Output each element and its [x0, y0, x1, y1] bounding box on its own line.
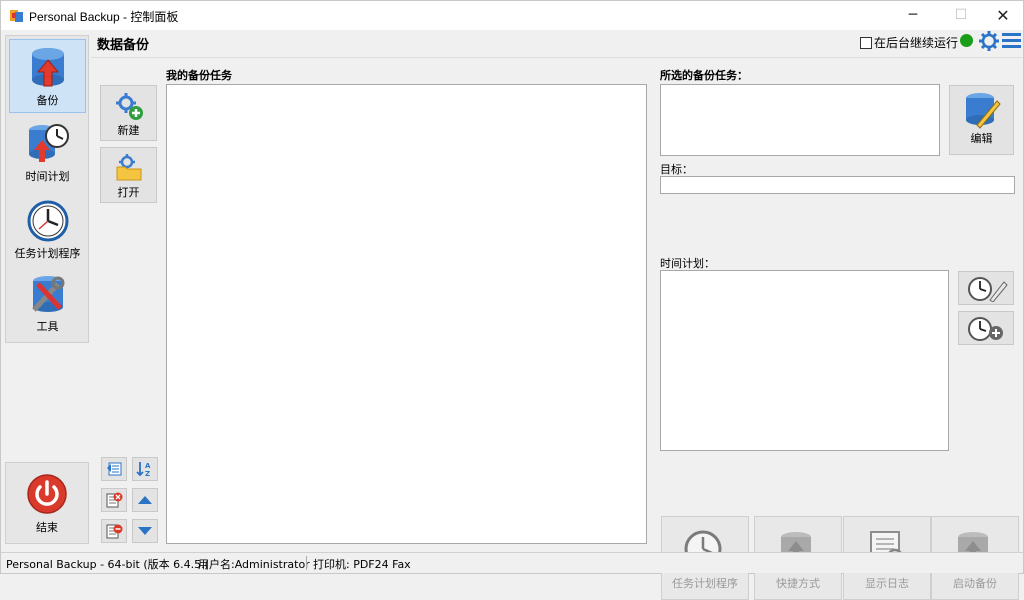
- target-field: [660, 176, 1015, 194]
- main-content: 新建 打开 我的备份任务 A Z 所选的备份任务： 编辑 目标： 时间计划： 任…: [91, 57, 1023, 600]
- move-up-button[interactable]: [132, 488, 158, 512]
- target-label: 目标：: [660, 163, 693, 176]
- move-down-button[interactable]: [132, 519, 158, 543]
- folder-gear-icon: [116, 154, 141, 181]
- schedule-label: 时间计划：: [660, 257, 715, 270]
- database-edit-icon: [965, 93, 1001, 129]
- sort-az-icon: A Z: [136, 462, 151, 477]
- open-task-label: 打开: [117, 186, 140, 199]
- database-upload-icon: [31, 48, 64, 87]
- task-list[interactable]: [166, 84, 647, 544]
- nav-item-backup[interactable]: 备份: [9, 39, 86, 113]
- database-clock-icon: [28, 124, 69, 162]
- nav-item-label: 时间计划: [25, 170, 70, 183]
- list-remove-icon: [106, 524, 123, 539]
- exit-button[interactable]: 结束: [5, 462, 89, 544]
- page-title: 数据备份: [97, 38, 150, 53]
- delete-task-button[interactable]: [101, 488, 127, 512]
- bottom-button-label: 显示日志: [865, 577, 909, 590]
- sidebar-nav: 备份 时间计划 任务计划程序 工具: [5, 35, 89, 343]
- bottom-button-label: 启动备份: [953, 577, 997, 590]
- nav-item-label: 工具: [36, 320, 59, 333]
- arrow-up-icon: [138, 496, 152, 504]
- clock-add-icon: [968, 317, 1003, 341]
- open-task-button[interactable]: 打开: [100, 147, 157, 203]
- title-bar: Personal Backup - 控制面板 ─ ☐ ✕: [1, 1, 1023, 30]
- window-title: Personal Backup - 控制面板: [29, 10, 179, 24]
- nav-item-task-scheduler[interactable]: 任务计划程序: [9, 193, 86, 267]
- new-task-label: 新建: [117, 124, 140, 137]
- new-task-button[interactable]: 新建: [100, 85, 157, 141]
- status-separator: [306, 556, 307, 570]
- status-app-info: Personal Backup - 64-bit (版本 6.4.5.(: [6, 558, 209, 571]
- selected-task-title: 所选的备份任务：: [660, 69, 748, 82]
- app-window: Personal Backup - 控制面板 ─ ☐ ✕ 备份 时间计划 任务计…: [0, 0, 1024, 600]
- nav-item-label: 任务计划程序: [14, 247, 81, 260]
- gear-icon[interactable]: [978, 30, 1000, 52]
- hamburger-menu-icon[interactable]: [1002, 33, 1021, 51]
- status-indicator: [960, 34, 973, 47]
- clock-edit-icon: [968, 277, 1008, 302]
- status-user: 用户名:Administrator: [198, 558, 310, 571]
- selected-task-box: [660, 84, 940, 156]
- clock-icon: [27, 200, 68, 242]
- reload-list-button[interactable]: [101, 457, 127, 481]
- run-in-background-label: 在后台继续运行: [874, 36, 959, 50]
- nav-item-tools[interactable]: 工具: [9, 268, 86, 342]
- refresh-list-icon: [107, 462, 122, 476]
- list-delete-icon: [106, 492, 123, 508]
- remove-task-button[interactable]: [101, 519, 127, 543]
- arrow-down-icon: [138, 527, 152, 535]
- tools-icon: [31, 276, 64, 312]
- edit-task-button[interactable]: 编辑: [949, 85, 1014, 155]
- checkbox-box[interactable]: [860, 36, 872, 49]
- minimize-button[interactable]: ─: [891, 1, 935, 30]
- exit-label: 结束: [36, 521, 58, 534]
- status-bar: Personal Backup - 64-bit (版本 6.4.5.( 用户名…: [1, 552, 1023, 573]
- power-icon: [27, 474, 67, 514]
- edit-label: 编辑: [970, 132, 993, 145]
- maximize-button[interactable]: ☐: [939, 1, 983, 30]
- app-logo-icon: [10, 10, 23, 22]
- svg-text:A: A: [145, 462, 151, 470]
- sort-button[interactable]: A Z: [132, 457, 158, 481]
- status-printer: 打印机: PDF24 Fax: [313, 558, 411, 571]
- nav-item-label: 备份: [36, 94, 59, 107]
- svg-text:Z: Z: [145, 470, 150, 477]
- schedule-list[interactable]: [660, 270, 949, 451]
- nav-item-schedule[interactable]: 时间计划: [9, 116, 86, 190]
- gear-add-icon: [115, 93, 143, 120]
- task-list-title: 我的备份任务: [166, 69, 232, 82]
- edit-schedule-button[interactable]: [958, 271, 1014, 305]
- bottom-button-label: 快捷方式: [776, 577, 820, 590]
- close-button[interactable]: ✕: [981, 1, 1024, 30]
- add-schedule-button[interactable]: [958, 311, 1014, 345]
- bottom-button-label: 任务计划程序: [672, 577, 738, 590]
- run-in-background-checkbox[interactable]: 在后台继续运行: [860, 34, 958, 51]
